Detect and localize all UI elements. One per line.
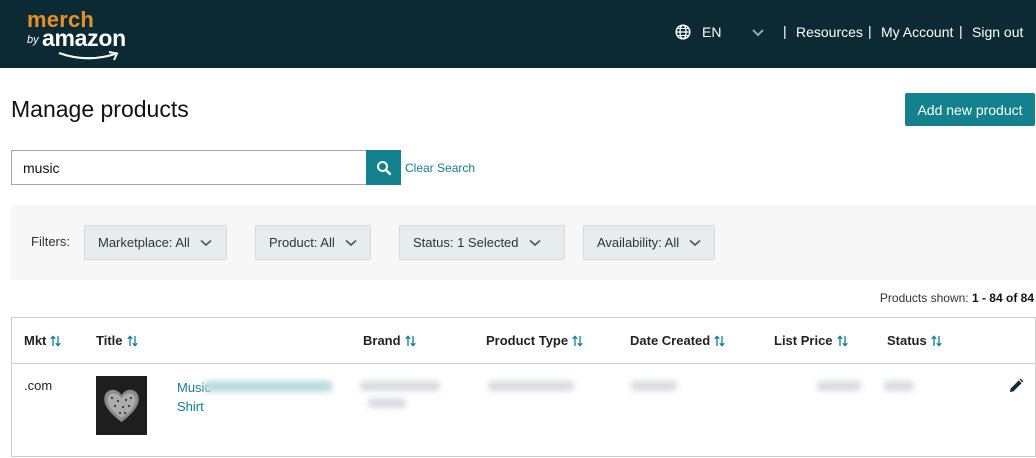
- product-thumbnail[interactable]: [96, 376, 147, 435]
- sort-icon: [50, 334, 62, 347]
- sort-icon: [931, 334, 942, 347]
- nav-separator: |: [783, 23, 787, 39]
- filter-product[interactable]: Product: All: [255, 225, 371, 260]
- column-header-title[interactable]: Title: [96, 333, 138, 348]
- filter-marketplace-label: Marketplace: All: [98, 235, 190, 250]
- column-header-list-price[interactable]: List Price: [774, 333, 848, 348]
- table-row: .com Music Shirt: [12, 364, 1035, 458]
- filters-bar: Filters: Marketplace: All Product: All S…: [11, 205, 1036, 280]
- globe-icon[interactable]: [675, 24, 691, 40]
- column-label: Mkt: [24, 333, 47, 348]
- top-header: merch by amazon EN | Resources | My Acco…: [0, 0, 1036, 68]
- product-title-line-2: Shirt: [177, 399, 204, 414]
- merch-by-amazon-logo[interactable]: merch by amazon: [27, 7, 137, 61]
- products-shown-count: Products shown: 1 - 84 of 84: [880, 291, 1034, 305]
- clear-search-link[interactable]: Clear Search: [405, 161, 475, 175]
- search-input[interactable]: [11, 150, 367, 185]
- redacted-title-text: [204, 381, 332, 392]
- search-icon: [376, 160, 391, 175]
- sort-icon: [572, 334, 583, 347]
- column-label: Date Created: [630, 333, 711, 348]
- filter-marketplace[interactable]: Marketplace: All: [84, 225, 227, 260]
- column-label: Product Type: [486, 333, 569, 348]
- sort-icon: [404, 334, 416, 347]
- logo-by-text: by: [27, 34, 39, 46]
- nav-separator: |: [959, 23, 963, 39]
- filter-availability-label: Availability: All: [597, 235, 680, 250]
- redacted-list-price: [817, 381, 861, 391]
- nav-link-sign-out[interactable]: Sign out: [972, 24, 1023, 40]
- filters-label: Filters:: [31, 234, 70, 249]
- products-shown-prefix: Products shown:: [879, 291, 969, 305]
- filter-status-label: Status: 1 Selected: [413, 235, 519, 250]
- chevron-down-icon: [528, 239, 541, 246]
- nav-link-resources[interactable]: Resources: [796, 24, 863, 40]
- column-label: Brand: [363, 333, 401, 348]
- table-header: Mkt Title Brand Product Type Date Create…: [12, 318, 1035, 364]
- products-table: Mkt Title Brand Product Type Date Create…: [11, 317, 1036, 457]
- sort-icon: [714, 334, 725, 347]
- language-selector[interactable]: EN: [702, 24, 721, 40]
- column-header-date-created[interactable]: Date Created: [630, 333, 725, 348]
- sort-icon: [836, 334, 848, 347]
- column-header-status[interactable]: Status: [887, 333, 942, 348]
- heart-design-image: [96, 376, 147, 435]
- redacted-brand: [360, 381, 440, 391]
- chevron-down-icon[interactable]: [751, 28, 765, 38]
- chevron-down-icon: [200, 239, 212, 246]
- redacted-product-type: [488, 381, 574, 391]
- redacted-status: [884, 381, 914, 391]
- column-header-mkt[interactable]: Mkt: [24, 333, 62, 348]
- filter-availability[interactable]: Availability: All: [583, 225, 715, 260]
- column-label: List Price: [774, 333, 833, 348]
- chevron-down-icon: [345, 239, 357, 246]
- search-button[interactable]: [366, 150, 401, 185]
- column-label: Title: [96, 333, 123, 348]
- column-header-brand[interactable]: Brand: [363, 333, 416, 348]
- page-title: Manage products: [11, 96, 189, 122]
- amazon-smile-icon: [58, 51, 119, 61]
- products-shown-range: 1 - 84 of 84: [971, 291, 1034, 305]
- nav-separator: |: [868, 23, 872, 39]
- add-new-product-button[interactable]: Add new product: [905, 93, 1035, 126]
- redacted-date-created: [631, 381, 677, 391]
- column-header-product-type[interactable]: Product Type: [486, 333, 583, 348]
- nav-link-my-account[interactable]: My Account: [881, 24, 953, 40]
- sort-icon: [126, 334, 138, 347]
- chevron-down-icon: [689, 239, 701, 246]
- logo-amazon-text: amazon: [42, 25, 126, 51]
- filter-status[interactable]: Status: 1 Selected: [399, 225, 565, 260]
- edit-pencil-icon[interactable]: [1008, 378, 1024, 394]
- filter-product-label: Product: All: [269, 235, 335, 250]
- cell-marketplace: .com: [24, 378, 53, 393]
- column-label: Status: [887, 333, 927, 348]
- redacted-brand: [368, 398, 406, 408]
